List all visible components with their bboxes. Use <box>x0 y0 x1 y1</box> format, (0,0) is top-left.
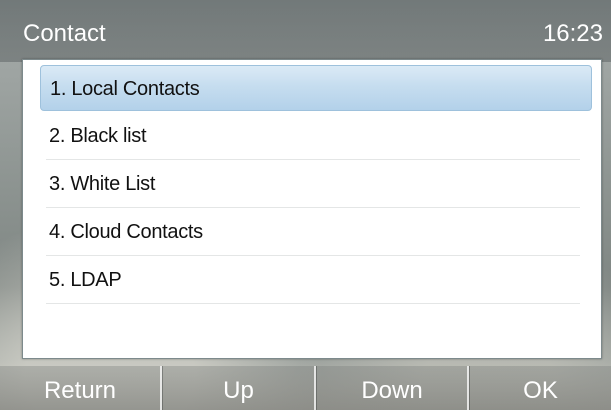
menu-item-black-list[interactable]: 2. Black list <box>40 113 592 160</box>
down-button[interactable]: Down <box>316 366 469 410</box>
menu-item-label: 2. Black list <box>49 125 147 147</box>
softkey-bar: Return Up Down OK <box>0 366 611 410</box>
menu-item-cloud-contacts[interactable]: 4. Cloud Contacts <box>40 209 592 256</box>
clock: 16:23 <box>542 20 603 47</box>
divider <box>46 303 580 304</box>
divider <box>46 255 580 256</box>
status-bar: Contact 16:23 <box>0 0 611 62</box>
page-title: Contact <box>23 20 106 47</box>
ok-button[interactable]: OK <box>469 366 611 410</box>
menu-item-label: 5. LDAP <box>49 269 122 291</box>
menu-item-local-contacts[interactable]: 1. Local Contacts <box>40 65 592 111</box>
menu-item-ldap[interactable]: 5. LDAP <box>40 257 592 304</box>
menu-item-label: 1. Local Contacts <box>50 78 200 100</box>
contact-menu: 1. Local Contacts 2. Black list 3. White… <box>22 59 602 359</box>
phone-screen: Contact 16:23 1. Local Contacts 2. Black… <box>0 0 611 410</box>
menu-item-label: 4. Cloud Contacts <box>49 221 203 243</box>
menu-item-white-list[interactable]: 3. White List <box>40 161 592 208</box>
divider <box>46 159 580 160</box>
up-button[interactable]: Up <box>162 366 316 410</box>
divider <box>46 207 580 208</box>
return-button[interactable]: Return <box>0 366 162 410</box>
menu-item-label: 3. White List <box>49 173 156 195</box>
